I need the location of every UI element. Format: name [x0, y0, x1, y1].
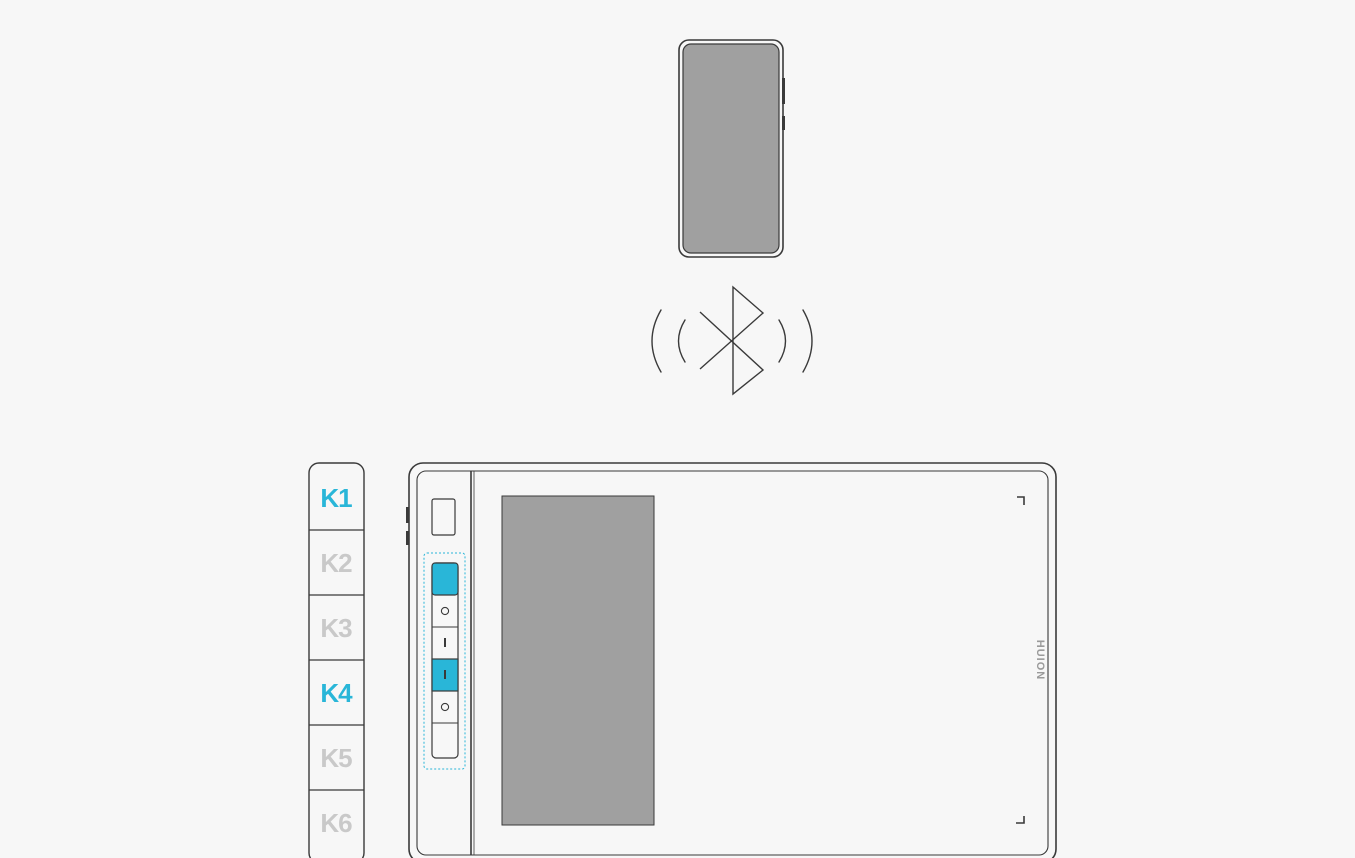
express-key-dash-icon	[444, 670, 446, 679]
express-key-dash-icon	[444, 638, 446, 647]
phone-side-button	[782, 78, 785, 104]
power-button	[431, 498, 456, 536]
tablet: HUION	[406, 462, 1057, 858]
key-legend: K1 K2 K3 K4 K5 K6	[308, 462, 365, 858]
key-label-k3: K3	[320, 613, 352, 643]
key-label-k6: K6	[320, 808, 352, 838]
key-label-k5: K5	[320, 743, 352, 773]
pairing-diagram: K1 K2 K3 K4 K5 K6 HUION	[0, 0, 1355, 858]
signal-waves-left-icon	[651, 309, 686, 373]
phone-screen	[682, 43, 780, 254]
phone-side-button	[782, 116, 785, 130]
bluetooth-icon	[699, 285, 765, 396]
key-label-k4: K4	[320, 678, 353, 708]
tablet-side-switch	[406, 507, 409, 523]
tablet-screen	[501, 495, 655, 826]
tablet-brand-logo: HUION	[1034, 640, 1046, 680]
key-label-k1: K1	[320, 483, 352, 513]
express-keys	[431, 562, 459, 759]
tablet-side-switch	[406, 531, 409, 545]
key-label-k2: K2	[320, 548, 352, 578]
phone	[678, 39, 785, 258]
signal-waves-right-icon	[778, 309, 813, 373]
express-key-k1	[431, 562, 459, 596]
diagram-canvas: K1 K2 K3 K4 K5 K6 HUION	[308, 39, 1057, 858]
